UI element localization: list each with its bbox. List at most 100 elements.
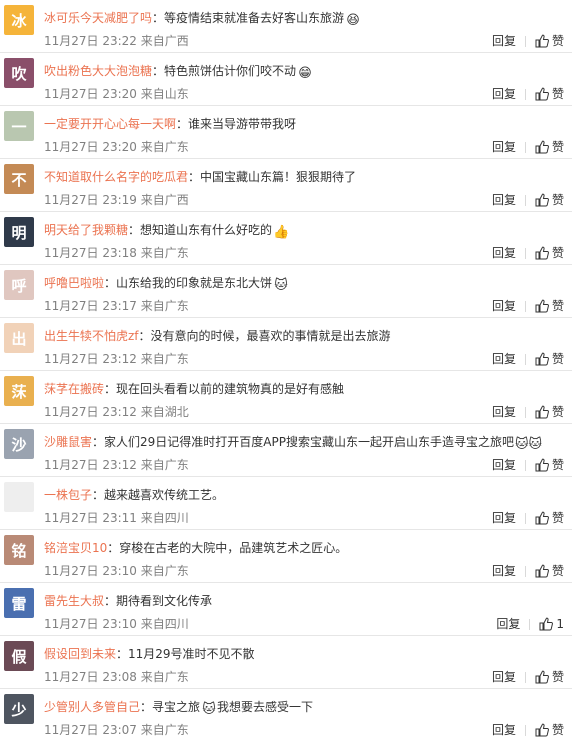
comment-item: 假假设回到未来：11月29号准时不见不散 11月27日 23:08 来自广东 回复 赞 [0,636,572,689]
avatar[interactable]: 铭 [4,535,34,565]
like-button[interactable]: 赞 [535,722,564,738]
avatar[interactable]: 冰 [4,5,34,35]
reply-button[interactable]: 回复 [496,616,520,632]
avatar[interactable]: 莯 [4,376,34,406]
reply-button[interactable]: 回复 [492,510,516,526]
username-link[interactable]: 吹出粉色大大泡泡糖 [44,64,152,78]
like-button[interactable]: 赞 [535,404,564,420]
reply-button[interactable]: 回复 [492,139,516,155]
comment-content: ：越来越喜欢传统工艺。 [92,488,225,502]
username-link[interactable]: 冰可乐今天减肥了吗 [44,11,152,25]
comment-actions: 回复 赞 [492,298,564,314]
comment-text-line: 雷先生大叔：期待看到文化传承 [44,593,564,609]
comment-item: 莯莯芓在搬砖：现在回头看看以前的建筑物真的是好有感触 11月27日 23:12 来… [0,371,572,424]
username-link[interactable]: 假设回到未来 [44,647,116,661]
reply-button[interactable]: 回复 [492,351,516,367]
location-label: 来自广东 [140,246,189,260]
emoji-icon: 👍 [273,225,290,240]
avatar[interactable]: 呼 [4,270,34,300]
reply-button[interactable]: 回复 [492,298,516,314]
thumbs-up-icon [535,246,549,260]
like-button[interactable]: 赞 [535,510,564,526]
avatar[interactable]: 吹 [4,58,34,88]
like-button[interactable]: 赞 [535,139,564,155]
username-link[interactable]: 沙雕鼠害 [44,435,92,449]
comment-actions: 回复 赞 [492,351,564,367]
like-button[interactable]: 赞 [535,457,564,473]
action-divider [524,141,526,153]
like-button[interactable]: 赞 [535,33,564,49]
username-link[interactable]: 出生牛犊不怕虎zf [44,329,139,343]
thumbs-up-icon [535,34,549,48]
username-link[interactable]: 呼噜巴啦啦 [44,276,104,290]
comment-item: 出出生牛犊不怕虎zf：没有意向的时候，最喜欢的事情就是出去旅游 11月27日 23… [0,318,572,371]
reply-button[interactable]: 回复 [492,192,516,208]
username-link[interactable]: 一株包子 [44,488,92,502]
reply-button[interactable]: 回复 [492,33,516,49]
reply-button[interactable]: 回复 [492,563,516,579]
reply-button[interactable]: 回复 [492,245,516,261]
comment-text-line: 呼噜巴啦啦：山东给我的印象就是东北大饼 🐱 [44,275,564,294]
like-button[interactable]: 赞 [535,563,564,579]
like-button[interactable]: 赞 [535,192,564,208]
avatar[interactable]: 出 [4,323,34,353]
comment-item: 雷雷先生大叔：期待看到文化传承 11月27日 23:10 来自四川 回复 1 [0,583,572,636]
location-label: 来自广东 [140,352,189,366]
username-link[interactable]: 莯芓在搬砖 [44,382,104,396]
comment-actions: 回复 赞 [492,139,564,155]
thumbs-up-icon [535,352,549,366]
comment-text-line: 吹出粉色大大泡泡糖：特色煎饼估计你们咬不动 😁 [44,63,564,82]
comment-actions: 回复 赞 [492,510,564,526]
like-button[interactable]: 赞 [535,86,564,102]
comment-item: 铭铭涪宝贝10：穿梭在古老的大院中，品建筑艺术之匠心。 11月27日 23:10 … [0,530,572,583]
thumbs-up-icon [535,458,549,472]
avatar[interactable] [4,482,34,512]
location-label: 来自广东 [140,564,189,578]
like-button[interactable]: 赞 [535,245,564,261]
thumbs-up-icon [535,670,549,684]
comment-actions: 回复 赞 [492,33,564,49]
action-divider [524,300,526,312]
avatar[interactable]: 少 [4,694,34,724]
avatar[interactable]: 雷 [4,588,34,618]
avatar[interactable]: 不 [4,164,34,194]
username-link[interactable]: 明天给了我颗糖 [44,223,128,237]
comment-text-line: 沙雕鼠害：家人们29日记得准时打开百度APP搜索宝藏山东一起开启山东手造寻宝之旅… [44,434,564,453]
avatar[interactable]: 假 [4,641,34,671]
location-label: 来自广西 [140,34,189,48]
timestamp: 11月27日 23:17 [44,299,137,313]
reply-button[interactable]: 回复 [492,86,516,102]
like-button[interactable]: 1 [539,616,564,632]
reply-button[interactable]: 回复 [492,404,516,420]
username-link[interactable]: 不知道取什么名字的吃瓜君 [44,170,188,184]
like-button[interactable]: 赞 [535,298,564,314]
like-button[interactable]: 赞 [535,669,564,685]
action-divider [524,459,526,471]
comment-meta: 11月27日 23:20 来自广东 [44,140,189,154]
comment-item: 不不知道取什么名字的吃瓜君：中国宝藏山东篇！狠狠期待了 11月27日 23:19 … [0,159,572,212]
like-label: 赞 [551,140,564,154]
comment-content: ：中国宝藏山东篇！狠狠期待了 [188,170,357,184]
like-button[interactable]: 赞 [535,351,564,367]
thumbs-up-icon [535,140,549,154]
comment-meta: 11月27日 23:17 来自广东 [44,299,189,313]
like-label: 赞 [551,352,564,366]
avatar[interactable]: 沙 [4,429,34,459]
comment-item: 呼呼噜巴啦啦：山东给我的印象就是东北大饼 🐱 11月27日 23:17 来自广东 回复… [0,265,572,318]
thumbs-up-icon [535,299,549,313]
avatar[interactable]: 明 [4,217,34,247]
comment-meta: 11月27日 23:18 来自广东 [44,246,189,260]
comment-meta: 11月27日 23:08 来自广东 [44,670,189,684]
username-link[interactable]: 雷先生大叔 [44,594,104,608]
username-link[interactable]: 少管别人多管自己 [44,700,140,714]
comment-content: ：特色煎饼估计你们咬不动 [152,64,297,78]
reply-button[interactable]: 回复 [492,722,516,738]
thumbs-up-icon [535,564,549,578]
username-link[interactable]: 一定要开开心心每一天啊 [44,117,176,131]
reply-button[interactable]: 回复 [492,669,516,685]
username-link[interactable]: 铭涪宝贝10 [44,541,107,555]
like-label: 赞 [551,299,564,313]
avatar[interactable]: 一 [4,111,34,141]
comment-content: ：家人们29日记得准时打开百度APP搜索宝藏山东一起开启山东手造寻宝之旅吧 [92,435,514,449]
reply-button[interactable]: 回复 [492,457,516,473]
